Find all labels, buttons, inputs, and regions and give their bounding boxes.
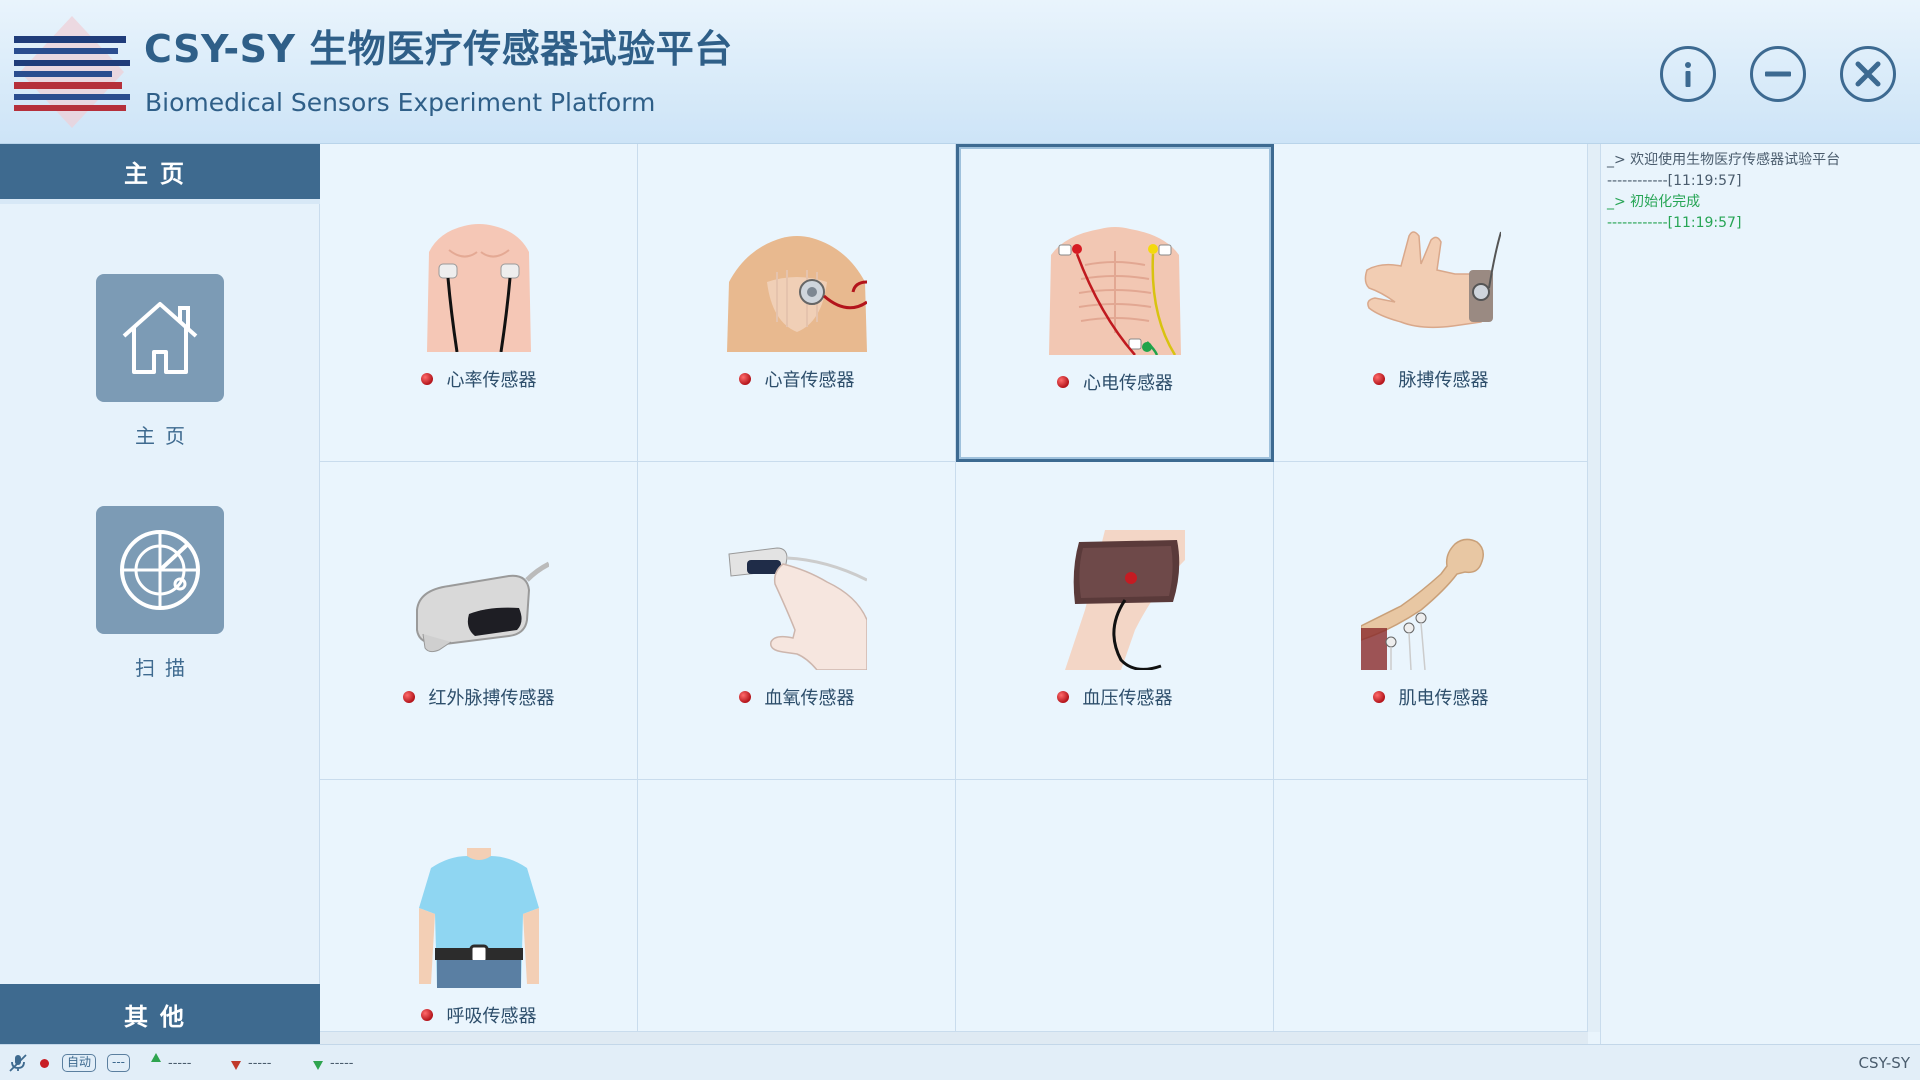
sidebar-item-scan[interactable]: 扫描 <box>95 506 225 681</box>
sensor-card-blood-oxygen[interactable]: 血氧传感器 <box>638 462 956 780</box>
sidebar-item-home[interactable]: 主页 <box>95 274 225 449</box>
sensor-card-pulse[interactable]: 脉搏传感器 <box>1274 144 1588 462</box>
connection-status-dot <box>40 1045 49 1080</box>
sensor-card-emg[interactable]: 肌电传感器 <box>1274 462 1588 780</box>
home-tile[interactable] <box>96 274 224 402</box>
pulse-sensor-image <box>1361 212 1501 352</box>
sidebar-header[interactable]: 主页 <box>0 144 320 204</box>
sensor-card-blood-pressure[interactable]: 血压传感器 <box>956 462 1274 780</box>
home-icon <box>122 302 198 374</box>
upload-indicator: ----- <box>150 1045 191 1080</box>
sensor-label: 血压传感器 <box>1056 684 1173 710</box>
sidebar-item-label: 主页 <box>135 424 195 448</box>
sensor-label: 心音传感器 <box>738 366 855 392</box>
empty-cell <box>1274 780 1588 1032</box>
arrow-up-icon <box>151 1053 161 1062</box>
sidebar-footer[interactable]: 其他 <box>0 984 320 1044</box>
status-dot <box>738 691 751 703</box>
status-dot <box>1372 373 1385 385</box>
title-bar: CSY-SY 生物医疗传感器试验平台 Biomedical Sensors Ex… <box>0 0 1920 144</box>
blood-pressure-sensor-image <box>1045 530 1185 670</box>
status-bar: 自动 --- ----- ----- ----- CSY-SY <box>0 1044 1920 1080</box>
emg-sensor-image <box>1360 530 1501 670</box>
sensor-grid: 心率传感器 心音传感器 心电传感器 脉搏传感器 红外脉搏传感器 血氧传感器 血压… <box>320 144 1588 1032</box>
sensor-card-heart-sound[interactable]: 心音传感器 <box>638 144 956 462</box>
ecg-sensor-image <box>1045 215 1185 355</box>
port-badge[interactable]: --- <box>107 1045 130 1080</box>
close-button[interactable] <box>1840 46 1896 102</box>
info-icon <box>1685 62 1691 87</box>
sensor-card-respiration[interactable]: 呼吸传感器 <box>320 780 638 1032</box>
grid-horizontal-scrollbar[interactable] <box>320 1032 1588 1044</box>
app-subtitle: Biomedical Sensors Experiment Platform <box>145 88 656 117</box>
empty-cell <box>956 780 1274 1032</box>
status-dot <box>420 373 433 385</box>
sensor-label: 红外脉搏传感器 <box>402 684 555 710</box>
info-button[interactable] <box>1660 46 1716 102</box>
log-entry: _> 欢迎使用生物医疗传感器试验平台 ------------[11:19:57… <box>1607 152 1841 189</box>
infrared-pulse-sensor-image <box>409 530 549 670</box>
sensor-card-ecg[interactable]: 心电传感器 <box>956 144 1274 462</box>
sidebar: 主页 主页 扫描 其他 <box>0 144 320 1044</box>
grid-vertical-scrollbar[interactable] <box>1588 144 1600 1032</box>
sensor-label: 血氧传感器 <box>738 684 855 710</box>
minimize-button[interactable] <box>1750 46 1806 102</box>
status-dot <box>1372 691 1385 703</box>
minimize-icon <box>1765 71 1791 77</box>
heart-rate-sensor-image <box>409 212 549 352</box>
status-dot <box>420 1009 433 1021</box>
status-dot <box>738 373 751 385</box>
blood-oxygen-sensor-image <box>727 530 867 670</box>
log-panel: _> 欢迎使用生物医疗传感器试验平台 ------------[11:19:57… <box>1600 144 1920 1044</box>
download-indicator: ----- <box>230 1045 271 1080</box>
sidebar-item-label: 扫描 <box>135 656 195 680</box>
secondary-download-indicator: ----- <box>312 1045 353 1080</box>
close-icon <box>1855 61 1881 87</box>
respiration-sensor-image <box>409 848 549 988</box>
arrow-down-icon <box>313 1061 323 1070</box>
sensor-label: 脉搏传感器 <box>1372 366 1489 392</box>
microphone-icon[interactable] <box>8 1045 28 1080</box>
arrow-down-icon <box>231 1061 241 1070</box>
sensor-label: 肌电传感器 <box>1372 684 1489 710</box>
status-dot <box>402 691 415 703</box>
sensor-card-infrared-pulse[interactable]: 红外脉搏传感器 <box>320 462 638 780</box>
log-entry: _> 初始化完成 ------------[11:19:57] <box>1607 194 1742 231</box>
app-title: CSY-SY 生物医疗传感器试验平台 <box>144 27 733 71</box>
app-name-label: CSY-SY <box>1858 1054 1910 1072</box>
sensor-label: 心电传感器 <box>1057 369 1173 395</box>
status-dot <box>1056 691 1069 703</box>
scan-tile[interactable] <box>96 506 224 634</box>
mode-badge[interactable]: 自动 <box>62 1045 97 1080</box>
radar-scan-icon <box>120 530 200 610</box>
heart-sound-sensor-image <box>726 212 867 352</box>
empty-cell <box>638 780 956 1032</box>
status-dot <box>1057 376 1069 388</box>
app-logo <box>12 14 132 130</box>
sensor-label: 呼吸传感器 <box>420 1002 537 1028</box>
sensor-card-heart-rate[interactable]: 心率传感器 <box>320 144 638 462</box>
sensor-label: 心率传感器 <box>420 366 537 392</box>
